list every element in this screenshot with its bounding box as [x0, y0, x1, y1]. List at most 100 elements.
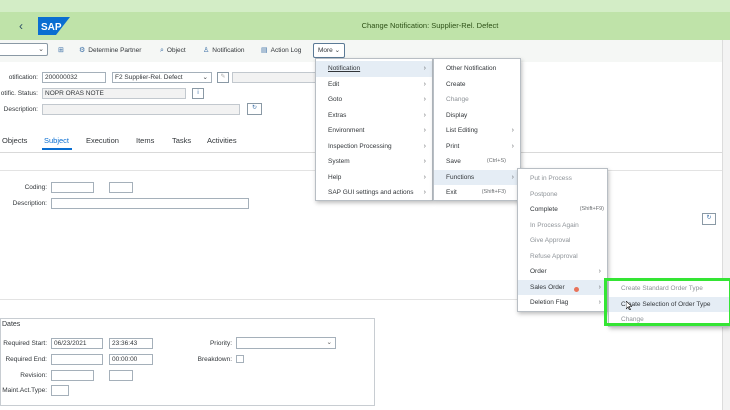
- chevron-down-icon: ⌄: [334, 47, 341, 54]
- menu-item-create[interactable]: Create: [434, 77, 520, 93]
- more-button[interactable]: More ⌄: [313, 43, 345, 58]
- required-start-time[interactable]: 23:36:43: [109, 338, 153, 349]
- maint-act-type-field[interactable]: [51, 385, 69, 396]
- sap-logo-text: SAP: [41, 22, 62, 33]
- user-icon: ♙: [203, 47, 210, 54]
- tab-tasks[interactable]: Tasks: [172, 136, 191, 145]
- menu-item-sales-order[interactable]: Sales Order ›: [518, 279, 607, 295]
- info-icon[interactable]: i: [192, 88, 204, 99]
- chevron-right-icon: ›: [423, 158, 426, 165]
- menu-item-label: Complete: [530, 206, 558, 213]
- action-log-button[interactable]: ▤ Action Log: [261, 45, 301, 57]
- menu-item-label: Notification: [328, 65, 361, 72]
- object-button[interactable]: ⌕ Object: [160, 45, 186, 57]
- menu-item-label: Goto: [328, 96, 343, 103]
- tab-execution[interactable]: Execution: [86, 136, 119, 145]
- sap-logo: SAP: [38, 17, 70, 35]
- status-field: NOPR ORAS NOTE: [42, 88, 186, 99]
- edit-pencil-icon[interactable]: ✎: [217, 72, 229, 83]
- menu-item-shortcut: (Ctrl+S): [486, 158, 506, 164]
- menu-item-notification[interactable]: Notification ›: [316, 61, 432, 77]
- menu-item-label: Inspection Processing: [328, 142, 392, 150]
- menu-item-label: Give Approval: [530, 237, 571, 244]
- tab-subject[interactable]: Subject: [44, 136, 69, 145]
- tree-icon[interactable]: ⊞: [58, 45, 67, 57]
- priority-label: Priority:: [209, 340, 232, 347]
- menu-item-deletion-flag[interactable]: Deletion Flag ›: [518, 295, 607, 311]
- back-button[interactable]: ‹: [14, 18, 28, 34]
- menu-item-display[interactable]: Display: [434, 108, 520, 124]
- subject-description-field[interactable]: [51, 198, 249, 209]
- more-label: More: [317, 47, 333, 54]
- menu-item-save[interactable]: Save (Ctrl+S): [434, 154, 520, 170]
- menu-item-extras[interactable]: Extras ›: [316, 108, 432, 124]
- chevron-right-icon: ›: [423, 111, 426, 119]
- menu-item-give-approval[interactable]: Give Approval: [518, 233, 607, 249]
- chevron-right-icon: ›: [511, 142, 514, 150]
- notification-submenu: Other Notification Create Change Display…: [433, 58, 521, 201]
- required-end-time[interactable]: 00:00:00: [109, 354, 153, 365]
- priority-select[interactable]: ⌄: [236, 337, 336, 349]
- chevron-right-icon: ›: [423, 96, 426, 103]
- menu-item-label: SAP GUI settings and actions: [328, 189, 414, 196]
- menu-item-list-editing[interactable]: List Editing ›: [434, 123, 520, 139]
- menu-item-goto[interactable]: Goto ›: [316, 92, 432, 108]
- notification-label: otification:: [8, 74, 38, 81]
- menu-item-environment[interactable]: Environment ›: [316, 123, 432, 139]
- menu-item-label: In Process Again: [530, 221, 579, 229]
- menu-item-label: Save: [446, 158, 461, 165]
- tab-items[interactable]: Items: [136, 136, 154, 145]
- required-start-date[interactable]: 06/23/2021: [51, 338, 103, 349]
- menu-item-change[interactable]: Change: [434, 92, 520, 108]
- menu-item-postpone[interactable]: Postpone: [518, 187, 607, 203]
- menu-item-put-in-process[interactable]: Put in Process: [518, 171, 607, 187]
- menu-item-edit[interactable]: Edit ›: [316, 77, 432, 93]
- description-label: Description:: [3, 106, 38, 113]
- menu-item-functions[interactable]: Functions ›: [434, 169, 520, 185]
- notification-field[interactable]: 200000032: [42, 72, 106, 83]
- tab-objects[interactable]: Objects: [2, 136, 27, 145]
- determine-partner-button[interactable]: ⚙ Determine Partner: [79, 45, 141, 57]
- menu-item-label: Refuse Approval: [530, 252, 578, 260]
- menu-item-exit[interactable]: Exit (Shift+F3): [434, 185, 520, 201]
- required-end-date[interactable]: [51, 354, 103, 365]
- menu-item-label: Put in Process: [530, 175, 572, 182]
- chevron-down-icon: ⌄: [202, 74, 208, 81]
- partner-icon: ⚙: [79, 47, 86, 54]
- object-label: Object: [166, 47, 186, 54]
- revision-label: Revision:: [20, 372, 47, 379]
- notification-text-field[interactable]: [232, 72, 318, 83]
- chevron-right-icon: ›: [423, 65, 426, 72]
- notification-type-value: F2 Supplier-Rel. Defect: [115, 74, 183, 81]
- functions-submenu: Put in Process Postpone Complete (Shift+F…: [517, 168, 608, 312]
- menu-item-inspection-processing[interactable]: Inspection Processing ›: [316, 139, 432, 155]
- menu-item-order[interactable]: Order ›: [518, 264, 607, 280]
- menu-item-label: Deletion Flag: [530, 299, 569, 306]
- variant-select[interactable]: ⌄: [0, 43, 48, 56]
- click-indicator: [574, 287, 579, 292]
- revision-extra-field[interactable]: [109, 370, 133, 381]
- menu-item-in-process-again[interactable]: In Process Again: [518, 218, 607, 234]
- menu-item-label: List Editing: [446, 127, 478, 134]
- menu-item-label: Environment: [328, 127, 365, 134]
- menu-item-other-notification[interactable]: Other Notification: [434, 61, 520, 77]
- description-field[interactable]: [42, 104, 240, 115]
- coding-code-field[interactable]: [109, 182, 133, 193]
- menu-item-refuse-approval[interactable]: Refuse Approval: [518, 249, 607, 265]
- menu-item-complete[interactable]: Complete (Shift+F9): [518, 202, 607, 218]
- chevron-right-icon: ›: [511, 173, 514, 181]
- long-text-icon[interactable]: ↻: [247, 103, 262, 115]
- tab-activities[interactable]: Activities: [207, 136, 237, 145]
- menu-item-print[interactable]: Print ›: [434, 139, 520, 155]
- breakdown-checkbox[interactable]: [236, 355, 244, 363]
- revision-field[interactable]: [51, 370, 94, 381]
- menu-item-help[interactable]: Help ›: [316, 170, 432, 186]
- menu-item-system[interactable]: System ›: [316, 154, 432, 170]
- vertical-scrollbar[interactable]: [722, 40, 730, 410]
- long-text-icon[interactable]: ↻: [702, 213, 716, 225]
- menu-item-gui-settings[interactable]: SAP GUI settings and actions ›: [316, 185, 432, 201]
- notification-type-select[interactable]: F2 Supplier-Rel. Defect ⌄: [112, 72, 212, 83]
- required-start-label: Required Start:: [3, 340, 47, 347]
- coding-group-field[interactable]: [51, 182, 94, 193]
- notification-button[interactable]: ♙ Notification: [203, 45, 244, 57]
